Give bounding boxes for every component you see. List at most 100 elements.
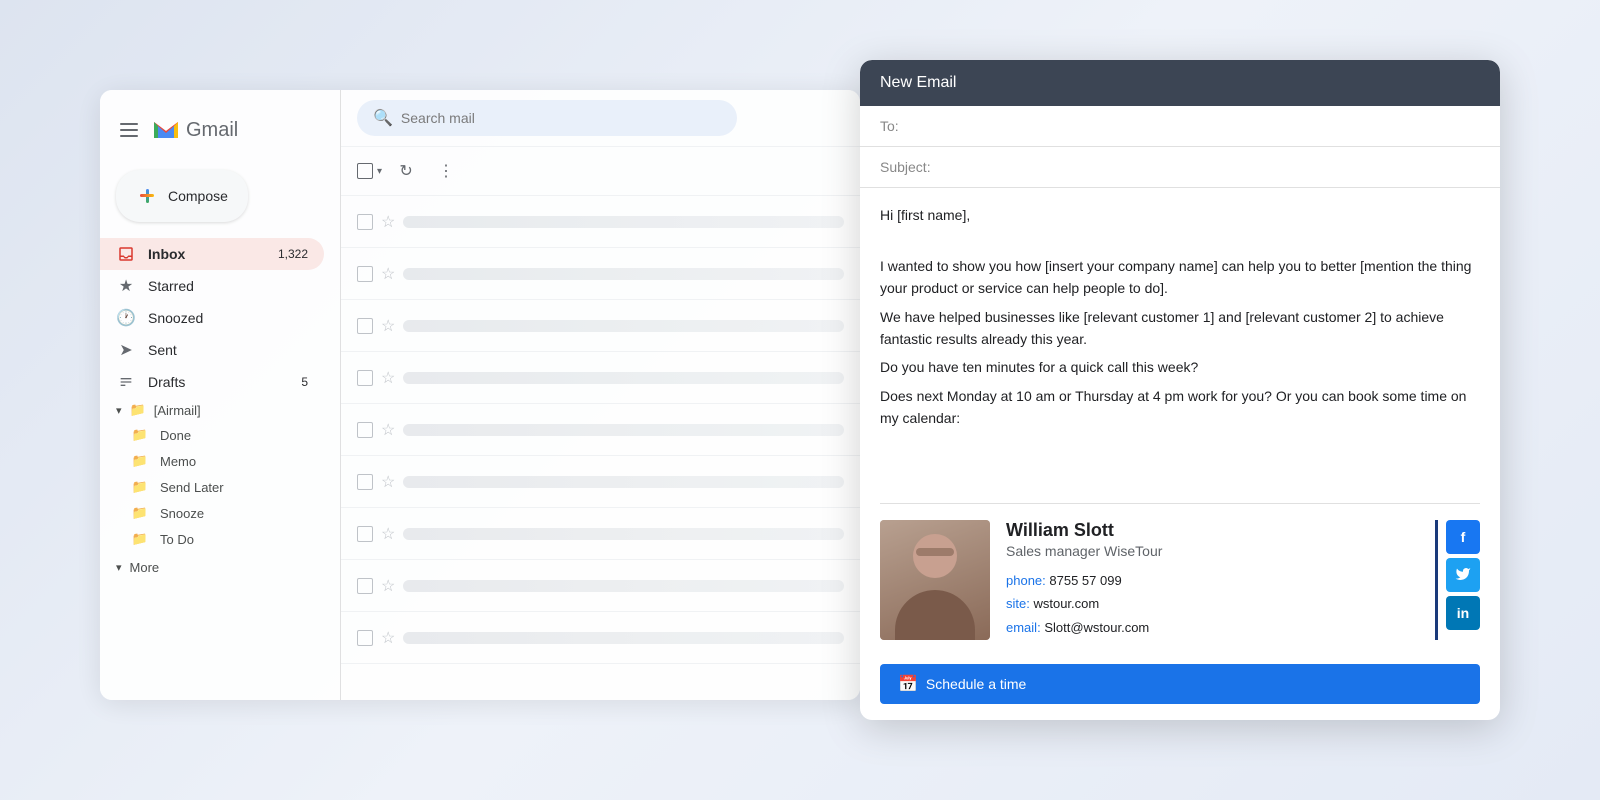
sidebar-item-starred[interactable]: ★ Starred [100, 270, 324, 302]
snooze-folder-icon: 📁 [132, 505, 148, 521]
send-later-label: Send Later [160, 480, 224, 495]
snoozed-label: Snoozed [148, 310, 203, 326]
more-options-button[interactable]: ⋮ [430, 155, 462, 187]
email-row-3[interactable]: ☆ [341, 300, 860, 352]
phone-value: 8755 57 099 [1049, 573, 1121, 588]
done-folder-icon: 📁 [132, 427, 148, 443]
email-row-6[interactable]: ☆ [341, 456, 860, 508]
facebook-button[interactable]: f [1446, 520, 1480, 554]
email-content-4 [403, 372, 844, 384]
subject-input[interactable] [948, 159, 1480, 175]
send-later-folder-icon: 📁 [132, 479, 148, 495]
gmail-logo: Gmail [150, 114, 238, 146]
body-paragraph-3: Do you have ten minutes for a quick call… [880, 356, 1480, 378]
email-checkbox-1[interactable] [357, 214, 373, 230]
email-checkbox-5[interactable] [357, 422, 373, 438]
email-checkbox-7[interactable] [357, 526, 373, 542]
body-paragraph-1: I wanted to show you how [insert your co… [880, 255, 1480, 300]
hamburger-menu[interactable] [116, 119, 142, 141]
email-content-7 [403, 528, 844, 540]
body-paragraph-4: Does next Monday at 10 am or Thursday at… [880, 385, 1480, 430]
email-signature: William Slott Sales manager WiseTour pho… [880, 503, 1480, 640]
gmail-main-panel: 🔍 ▾ ↻ ⋮ ☆ [340, 90, 860, 700]
compose-email-body[interactable]: Hi [first name], I wanted to show you ho… [860, 188, 1500, 487]
folder-icon: 📁 [130, 402, 146, 418]
email-star-4[interactable]: ☆ [381, 368, 395, 388]
email-row-9[interactable]: ☆ [341, 612, 860, 664]
schedule-calendar-icon: 📅 [898, 674, 918, 694]
todo-label: To Do [160, 532, 194, 547]
email-checkbox-2[interactable] [357, 266, 373, 282]
search-input[interactable] [401, 110, 721, 126]
todo-folder-icon: 📁 [132, 531, 148, 547]
airmail-section[interactable]: ▾ 📁 [Airmail] [100, 398, 340, 422]
search-bar[interactable]: 🔍 [357, 100, 737, 136]
email-row-5[interactable]: ☆ [341, 404, 860, 456]
site-value: wstour.com [1033, 596, 1099, 611]
email-row-8[interactable]: ☆ [341, 560, 860, 612]
compose-button[interactable]: Compose [116, 170, 248, 222]
email-content-2 [403, 268, 844, 280]
drafts-label: Drafts [148, 374, 185, 390]
to-label: To: [880, 118, 940, 134]
gmail-header: Gmail [100, 106, 340, 162]
select-checkbox-area[interactable]: ▾ [357, 163, 382, 179]
person-body [895, 590, 975, 640]
inbox-badge: 1,322 [278, 247, 308, 261]
gmail-window: Gmail Compose Inbox 1,322 ★ Starred [100, 90, 860, 700]
email-star-8[interactable]: ☆ [381, 576, 395, 596]
email-checkbox-6[interactable] [357, 474, 373, 490]
email-star-3[interactable]: ☆ [381, 316, 395, 336]
email-checkbox-4[interactable] [357, 370, 373, 386]
person-head [913, 534, 957, 578]
schedule-button[interactable]: 📅 Schedule a time [880, 664, 1480, 704]
sidebar-item-sent[interactable]: ➤ Sent [100, 334, 324, 366]
email-star-1[interactable]: ☆ [381, 212, 395, 232]
drafts-badge: 5 [301, 375, 308, 389]
refresh-button[interactable]: ↻ [390, 155, 422, 187]
sidebar-item-memo[interactable]: 📁 Memo [100, 448, 324, 474]
email-value: Slott@wstour.com [1044, 620, 1149, 635]
compose-header: New Email [860, 60, 1500, 106]
compose-window: New Email To: Subject: Hi [first name], … [860, 60, 1500, 720]
sent-icon: ➤ [116, 340, 136, 360]
email-row-7[interactable]: ☆ [341, 508, 860, 560]
select-all-checkbox[interactable] [357, 163, 373, 179]
phone-label: phone: [1006, 573, 1046, 588]
to-input[interactable] [948, 118, 1480, 134]
email-checkbox-9[interactable] [357, 630, 373, 646]
email-star-7[interactable]: ☆ [381, 524, 395, 544]
email-star-2[interactable]: ☆ [381, 264, 395, 284]
email-star-5[interactable]: ☆ [381, 420, 395, 440]
subject-field-row: Subject: [860, 147, 1500, 188]
facebook-icon: f [1461, 529, 1466, 545]
starred-label: Starred [148, 278, 194, 294]
sidebar-item-done[interactable]: 📁 Done [100, 422, 324, 448]
sidebar-item-snooze[interactable]: 📁 Snooze [100, 500, 324, 526]
sidebar-item-send-later[interactable]: 📁 Send Later [100, 474, 324, 500]
twitter-button[interactable] [1446, 558, 1480, 592]
linkedin-button[interactable]: in [1446, 596, 1480, 630]
sent-label: Sent [148, 342, 177, 358]
email-star-6[interactable]: ☆ [381, 472, 395, 492]
email-row-1[interactable]: ☆ [341, 196, 860, 248]
email-list: ☆ ☆ ☆ ☆ [341, 196, 860, 700]
signature-site: site: wstour.com [1006, 592, 1419, 615]
sidebar-item-drafts[interactable]: Drafts 5 [100, 366, 324, 398]
email-row-4[interactable]: ☆ [341, 352, 860, 404]
sidebar-item-snoozed[interactable]: 🕐 Snoozed [100, 302, 324, 334]
email-star-9[interactable]: ☆ [381, 628, 395, 648]
email-content-9 [403, 632, 844, 644]
compose-label: Compose [168, 188, 228, 204]
email-checkbox-8[interactable] [357, 578, 373, 594]
email-content-3 [403, 320, 844, 332]
email-checkbox-3[interactable] [357, 318, 373, 334]
email-row-2[interactable]: ☆ [341, 248, 860, 300]
more-section[interactable]: ▾ More [100, 556, 340, 579]
inbox-label: Inbox [148, 246, 185, 262]
inbox-icon [116, 244, 136, 264]
email-label: email: [1006, 620, 1041, 635]
gmail-sidebar: Gmail Compose Inbox 1,322 ★ Starred [100, 90, 340, 700]
sidebar-item-todo[interactable]: 📁 To Do [100, 526, 324, 552]
sidebar-item-inbox[interactable]: Inbox 1,322 [100, 238, 324, 270]
